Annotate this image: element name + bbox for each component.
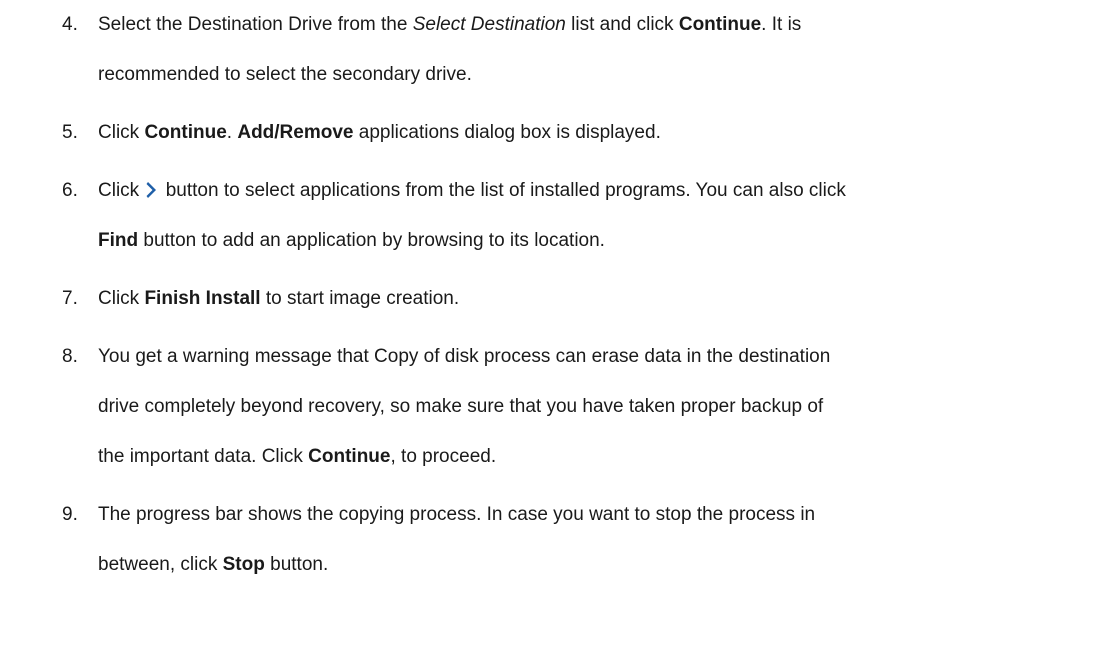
list-item: 5. Click Continue. Add/Remove application… bbox=[62, 108, 1112, 158]
chevron-right-icon bbox=[146, 182, 157, 198]
instruction-steps-list: 4. Select the Destination Drive from the … bbox=[62, 0, 1112, 598]
text-segment: list and click bbox=[565, 14, 679, 35]
text-segment: button to add an application by browsing… bbox=[138, 230, 605, 251]
text-segment: You get a warning message that Copy of d… bbox=[98, 346, 831, 367]
step-text-line: drive completely beyond recovery, so mak… bbox=[98, 382, 1112, 432]
step-number: 4. bbox=[62, 14, 78, 35]
text-segment: Click bbox=[98, 180, 145, 201]
text-segment: to start image creation. bbox=[260, 288, 460, 309]
step-text-line: recommended to select the secondary driv… bbox=[98, 50, 1112, 100]
text-segment: . It is bbox=[761, 14, 802, 35]
step-text-line: The progress bar shows the copying proce… bbox=[98, 490, 1112, 540]
bold-ui-term: Finish Install bbox=[144, 288, 261, 309]
bold-ui-term: Continue bbox=[678, 14, 762, 35]
text-segment: applications dialog box is displayed. bbox=[353, 122, 661, 143]
text-segment: drive completely beyond recovery, so mak… bbox=[98, 396, 824, 417]
bold-ui-term: Find bbox=[98, 230, 139, 251]
step-text-line: the important data. Click Continue, to p… bbox=[98, 432, 1112, 482]
text-segment: Click bbox=[98, 122, 145, 143]
text-segment: recommended to select the secondary driv… bbox=[98, 64, 472, 85]
text-segment: The progress bar shows the copying proce… bbox=[98, 504, 816, 525]
text-segment: button. bbox=[264, 554, 329, 575]
bold-ui-term: Stop bbox=[222, 554, 265, 575]
text-segment: Select the Destination Drive from the bbox=[98, 14, 413, 35]
bold-ui-term: Add/Remove bbox=[237, 122, 354, 143]
step-text-line: between, click Stop button. bbox=[98, 540, 1112, 590]
step-text-line: Find button to add an application by bro… bbox=[98, 216, 1112, 266]
step-text-line: Click Finish Install to start image crea… bbox=[98, 274, 1112, 324]
text-segment: Click bbox=[98, 288, 145, 309]
list-item: 8. You get a warning message that Copy of… bbox=[62, 332, 1112, 482]
step-number: 5. bbox=[62, 122, 78, 143]
step-number: 6. bbox=[62, 180, 78, 201]
text-segment: . bbox=[226, 122, 238, 143]
list-item: 7. Click Finish Install to start image cr… bbox=[62, 274, 1112, 324]
step-text-line: Click Continue. Add/Remove applications … bbox=[98, 108, 1112, 158]
step-number: 9. bbox=[62, 504, 78, 525]
text-segment: , to proceed. bbox=[390, 446, 497, 467]
step-text-line: Select the Destination Drive from the Se… bbox=[98, 0, 1112, 50]
text-segment: button to select applications from the l… bbox=[160, 180, 846, 201]
bold-ui-term: Continue bbox=[144, 122, 227, 143]
list-item: 9. The progress bar shows the copying pro… bbox=[62, 490, 1112, 590]
step-number: 7. bbox=[62, 288, 78, 309]
step-text-line: Click button to select applications from… bbox=[98, 166, 1112, 216]
step-text-line: You get a warning message that Copy of d… bbox=[98, 332, 1112, 382]
text-segment: the important data. Click bbox=[98, 446, 309, 467]
list-item: 6. Click button to select applications fr… bbox=[62, 166, 1112, 266]
list-item: 4. Select the Destination Drive from the … bbox=[62, 0, 1112, 100]
italic-ui-term: Select Destination bbox=[412, 14, 566, 35]
bold-ui-term: Continue bbox=[308, 446, 391, 467]
step-number: 8. bbox=[62, 346, 78, 367]
text-segment: between, click bbox=[98, 554, 223, 575]
